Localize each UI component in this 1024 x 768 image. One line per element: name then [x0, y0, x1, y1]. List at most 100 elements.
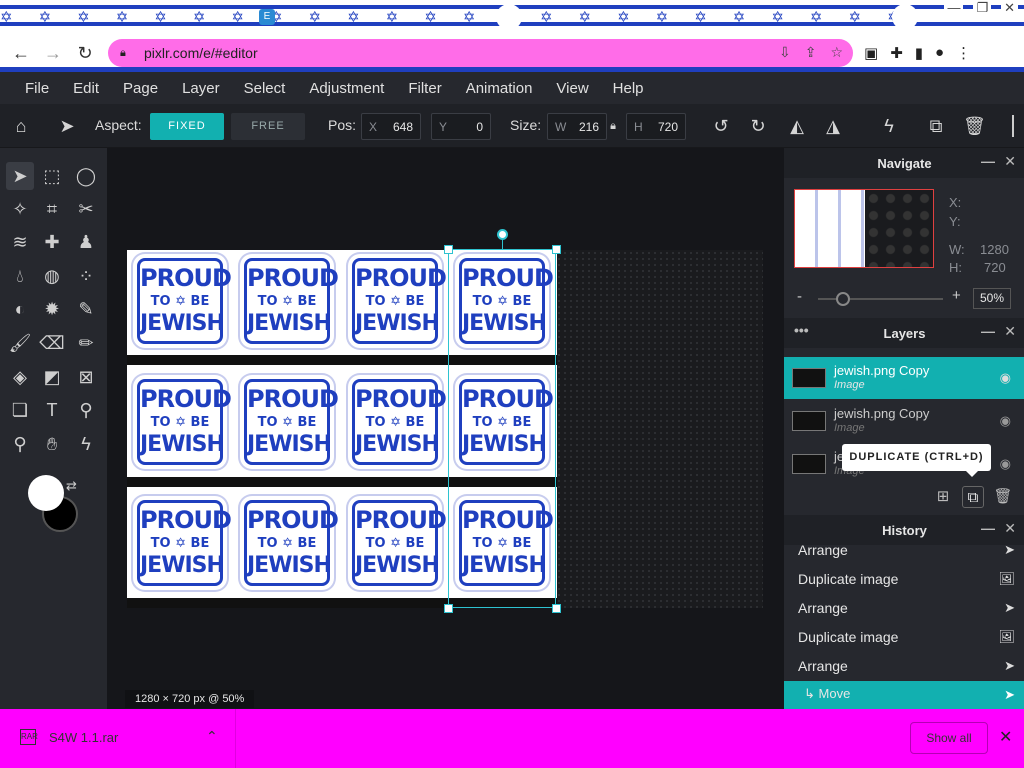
menu-select[interactable]: Select [239, 80, 291, 97]
pos-y-field[interactable]: Y0 [431, 113, 491, 140]
close-icon[interactable]: ✕ [1004, 153, 1016, 170]
close-icon[interactable]: ✕ [1004, 323, 1016, 340]
shape-icon[interactable]: ✹ [38, 295, 66, 323]
history-item[interactable]: Arrange ➤ [784, 652, 1024, 681]
resize-handle-tl[interactable] [444, 245, 453, 254]
swap-colors-icon[interactable]: ⇄ [66, 478, 77, 494]
transparent-canvas-area[interactable] [556, 250, 763, 608]
liquify-icon[interactable]: ≋ [6, 228, 34, 256]
pencil-icon[interactable]: ✏︎ [72, 329, 100, 357]
menu-view[interactable]: View [551, 80, 593, 97]
delete-layer-icon[interactable]: 🗑︎ [992, 486, 1014, 508]
tab-close-dot[interactable] [496, 4, 522, 30]
layer-item[interactable]: jewish.png Copy Image ◉ [784, 400, 1024, 442]
history-item[interactable]: Arrange ➤ [784, 545, 1024, 565]
home-icon[interactable]: ⌂ [10, 115, 32, 137]
history-item[interactable]: Arrange ➤ [784, 594, 1024, 623]
add-layer-icon[interactable]: ⊞ [932, 486, 954, 508]
foreground-color-swatch[interactable] [28, 475, 64, 511]
eyedropper-icon[interactable]: ⚲ [72, 396, 100, 424]
marquee-select-icon[interactable]: ⬚ [38, 162, 66, 190]
pen-icon[interactable]: ✎ [72, 295, 100, 323]
navigator-thumbnail[interactable] [794, 189, 934, 268]
flip-vertical-icon[interactable]: ◮ [822, 115, 844, 137]
extension-icon[interactable]: ▣ [864, 44, 878, 62]
minimize-icon[interactable]: — [981, 153, 995, 169]
sidebar-icon[interactable]: ▮ [915, 44, 923, 62]
clone-stamp-icon[interactable]: ♟ [72, 228, 100, 256]
history-item-active[interactable]: ↳ Move ➤ [784, 681, 1024, 709]
transform-icon[interactable]: ⊠ [72, 363, 100, 391]
url-text[interactable]: pixlr.com/e/#editor [144, 45, 258, 61]
lock-ratio-icon[interactable]: 🔒︎ [606, 115, 620, 137]
menu-layer[interactable]: Layer [177, 80, 225, 97]
more-options-icon[interactable] [1012, 115, 1022, 137]
menu-help[interactable]: Help [608, 80, 649, 97]
zoom-value[interactable]: 50% [973, 288, 1011, 309]
pos-x-field[interactable]: X 648 [361, 113, 421, 140]
lightning-icon[interactable]: ϟ [878, 115, 900, 137]
rotate-right-icon[interactable]: ↻ [747, 115, 769, 137]
restore-button[interactable]: ❐ [973, 0, 992, 20]
zoom-slider-knob[interactable] [836, 292, 850, 306]
layer-item[interactable]: jewish.png Copy Image ◉ [784, 357, 1024, 399]
history-item[interactable]: Duplicate image 🖼︎ [784, 565, 1024, 594]
omnibox[interactable]: 🔒︎ pixlr.com/e/#editor ⇩ ⇪ ☆ [108, 39, 853, 67]
quick-tool-icon[interactable]: ϟ [72, 430, 100, 458]
minimize-icon[interactable]: — [981, 520, 995, 536]
tab-favicon[interactable]: E [259, 9, 275, 25]
show-all-button[interactable]: Show all [910, 722, 988, 754]
menu-edit[interactable]: Edit [68, 80, 104, 97]
resize-handle-bl[interactable] [444, 604, 453, 613]
menu-page[interactable]: Page [118, 80, 163, 97]
eraser-icon[interactable]: ⌫ [38, 329, 66, 357]
text-icon[interactable]: T [38, 396, 66, 424]
fill-bucket-icon[interactable]: ◈ [6, 363, 34, 391]
pixelate-icon[interactable]: ⁘ [72, 262, 100, 290]
install-app-icon[interactable]: ⇩ [779, 44, 791, 61]
hand-icon[interactable]: ✋︎ [38, 430, 66, 458]
menu-filter[interactable]: Filter [403, 80, 446, 97]
profile-icon[interactable]: ● [935, 44, 944, 62]
bookmark-star-icon[interactable]: ☆ [830, 44, 843, 61]
reload-icon[interactable]: ↻ [74, 43, 96, 64]
heal-icon[interactable]: ✚ [38, 228, 66, 256]
size-w-field[interactable]: W 216 [547, 113, 607, 140]
back-icon[interactable]: ← [10, 43, 32, 64]
trash-icon[interactable]: 🗑︎ [963, 115, 986, 137]
chevron-up-icon[interactable]: ⌃ [206, 728, 218, 745]
zoom-icon[interactable]: ⚲ [6, 430, 34, 458]
arrange-tool-icon[interactable]: ➤ [6, 162, 34, 190]
close-icon[interactable]: ✕ [1004, 520, 1016, 537]
cut-icon[interactable]: ✂ [72, 195, 100, 223]
download-item[interactable]: RAR S4W 1.1.rar ⌃ [0, 709, 236, 768]
visibility-eye-icon[interactable]: ◉ [1000, 370, 1011, 386]
minimize-icon[interactable]: — [981, 323, 995, 339]
sponge-icon[interactable]: ◍ [38, 262, 66, 290]
duplicate-icon[interactable]: ⧉ [925, 115, 947, 137]
visibility-eye-icon[interactable]: ◉ [1000, 456, 1011, 472]
zoom-in-icon[interactable]: + [952, 287, 961, 304]
shapes-icon[interactable]: ❏ [6, 396, 34, 424]
share-icon[interactable]: ⇪ [805, 44, 817, 61]
forward-icon[interactable]: → [42, 43, 64, 64]
more-menu-icon[interactable]: ⋮ [956, 44, 971, 62]
resize-handle-tr[interactable] [552, 245, 561, 254]
magic-wand-icon[interactable]: ✧ [6, 195, 34, 223]
rotate-left-icon[interactable]: ↺ [710, 115, 732, 137]
history-item[interactable]: Duplicate image 🖼︎ [784, 623, 1024, 652]
new-tab-dot[interactable] [892, 4, 918, 30]
duplicate-layer-icon[interactable]: ⧉ [962, 486, 984, 508]
download-file-name[interactable]: S4W 1.1.rar [49, 730, 118, 745]
minimize-button[interactable]: — [944, 0, 964, 20]
size-h-field[interactable]: H 720 [626, 113, 686, 140]
blur-icon[interactable]: 💧︎ [6, 262, 34, 290]
close-download-bar-icon[interactable]: ✕ [999, 727, 1012, 747]
flip-horizontal-icon[interactable]: ◭ [786, 115, 808, 137]
selection-box[interactable] [448, 249, 556, 608]
menu-file[interactable]: File [20, 80, 54, 97]
brush-icon[interactable]: 🖌︎ [6, 329, 34, 357]
crop-icon[interactable]: ⌗ [38, 195, 66, 223]
visibility-eye-icon[interactable]: ◉ [1000, 413, 1011, 429]
rotation-handle[interactable] [497, 229, 508, 240]
